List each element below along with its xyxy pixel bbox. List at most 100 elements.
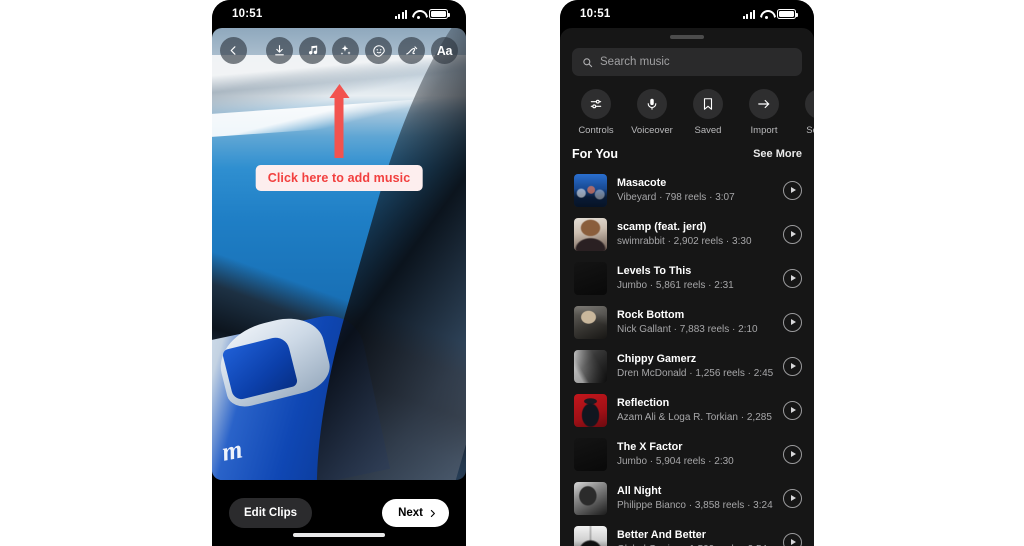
track-list: Masacote Vibeyard · 798 reels · 3:07 scamp… xyxy=(560,168,814,546)
track-meta: The X Factor Jumbo · 5,904 reels · 2:30 xyxy=(617,440,773,468)
track-row[interactable]: scamp (feat. jerd) swimrabbit · 2,902 ree… xyxy=(560,212,814,256)
effects-sparkle-icon xyxy=(340,45,351,55)
track-row[interactable]: All Night Philippe Bianco · 3,858 reels ·… xyxy=(560,476,814,520)
track-meta: Better And Better Global Genius · 1,509 r… xyxy=(617,528,773,546)
play-button[interactable] xyxy=(783,180,802,200)
album-art xyxy=(574,525,607,546)
album-art xyxy=(574,437,607,471)
wifi-icon xyxy=(412,10,424,19)
status-indicators xyxy=(742,9,798,19)
sticker-icon xyxy=(372,44,385,57)
next-button-label: Next xyxy=(398,507,423,519)
track-subtitle: Philippe Bianco · 3,858 reels · 3:24 xyxy=(617,499,773,511)
track-title: The X Factor xyxy=(617,440,683,453)
chevron-left-icon xyxy=(230,46,236,55)
play-button[interactable] xyxy=(783,356,802,376)
track-subtitle: Vibeyard · 798 reels · 3:07 xyxy=(617,191,735,203)
play-button[interactable] xyxy=(783,400,802,420)
cellular-signal-icon xyxy=(742,9,755,19)
quick-action-label: Controls xyxy=(578,125,614,136)
home-indicator xyxy=(293,533,385,537)
add-music-button[interactable] xyxy=(299,37,326,64)
quick-action-import[interactable]: Import xyxy=(736,89,792,136)
track-row[interactable]: Better And Better Global Genius · 1,509 r… xyxy=(560,520,814,546)
text-button[interactable]: Aa xyxy=(431,37,458,64)
download-icon xyxy=(275,45,284,56)
status-time: 10:51 xyxy=(580,8,611,20)
back-button[interactable] xyxy=(220,37,247,64)
track-title: Reflection xyxy=(617,396,670,409)
quick-action-controls[interactable]: Controls xyxy=(568,89,624,136)
section-title: For You xyxy=(572,147,619,161)
track-subtitle: Jumbo · 5,904 reels · 2:30 xyxy=(617,455,734,467)
phone-right-music-picker: 10:51 Search music Controls Voiceover Sa… xyxy=(560,0,814,546)
track-subtitle: Jumbo · 5,861 reels · 2:31 xyxy=(617,279,734,291)
toolbar-actions: Aa xyxy=(266,37,458,64)
quick-action-label: Saved xyxy=(694,125,722,136)
track-title: Rock Bottom xyxy=(617,308,685,321)
sticker-button[interactable] xyxy=(365,37,392,64)
search-placeholder: Search music xyxy=(600,56,670,68)
album-art xyxy=(574,481,607,515)
search-input[interactable]: Search music xyxy=(572,48,802,76)
album-art xyxy=(574,173,607,207)
download-button[interactable] xyxy=(266,37,293,64)
microphone-icon xyxy=(637,89,667,119)
track-row[interactable]: Rock Bottom Nick Gallant · 7,883 reels · … xyxy=(560,300,814,344)
quick-action-label: Sound xyxy=(806,125,814,136)
quick-action-label: Voiceover xyxy=(631,125,673,136)
sheet-grabber[interactable] xyxy=(670,35,704,39)
sliders-icon xyxy=(581,89,611,119)
status-indicators xyxy=(394,9,450,19)
track-meta: Rock Bottom Nick Gallant · 7,883 reels · … xyxy=(617,308,773,336)
next-button[interactable]: Next xyxy=(382,499,449,527)
track-row[interactable]: Chippy Gamerz Dren McDonald · 1,256 reels… xyxy=(560,344,814,388)
track-row[interactable]: Levels To This Jumbo · 5,861 reels · 2:31 xyxy=(560,256,814,300)
track-title: Levels To This xyxy=(617,264,692,277)
track-subtitle: Azam Ali & Loga R. Torkian · 2,285 reels… xyxy=(617,411,773,423)
phone-left-reel-editor: 10:51 m Aa Click here to add music Edit … xyxy=(212,0,466,546)
track-subtitle: Nick Gallant · 7,883 reels · 2:10 xyxy=(617,323,758,335)
album-art xyxy=(574,261,607,295)
arrow-right-icon xyxy=(749,89,779,119)
album-art xyxy=(574,305,607,339)
play-button[interactable] xyxy=(783,532,802,546)
editor-toolbar: Aa xyxy=(212,37,466,64)
section-header: For You See More xyxy=(560,136,814,168)
music-note-icon xyxy=(308,45,318,55)
track-meta: All Night Philippe Bianco · 3,858 reels ·… xyxy=(617,484,773,512)
music-sheet: Search music Controls Voiceover Saved Im… xyxy=(560,28,814,546)
status-bar-right: 10:51 xyxy=(560,0,814,28)
battery-icon xyxy=(429,9,450,19)
effects-button[interactable] xyxy=(332,37,359,64)
track-meta: Chippy Gamerz Dren McDonald · 1,256 reels… xyxy=(617,352,773,380)
track-title: Masacote xyxy=(617,176,667,189)
quick-action-voiceover[interactable]: Voiceover xyxy=(624,89,680,136)
track-subtitle: Dren McDonald · 1,256 reels · 2:45 xyxy=(617,367,773,379)
play-button[interactable] xyxy=(783,444,802,464)
edit-clips-button[interactable]: Edit Clips xyxy=(229,498,313,528)
track-subtitle: Global Genius · 1,509 reels · 2:54 xyxy=(617,543,773,546)
editor-bottom-bar: Edit Clips Next xyxy=(212,480,466,546)
track-meta: Masacote Vibeyard · 798 reels · 3:07 xyxy=(617,176,773,204)
see-more-button[interactable]: See More xyxy=(753,148,802,160)
quick-action-saved[interactable]: Saved xyxy=(680,89,736,136)
album-art xyxy=(574,217,607,251)
draw-button[interactable] xyxy=(398,37,425,64)
play-button[interactable] xyxy=(783,312,802,332)
play-button[interactable] xyxy=(783,224,802,244)
annotation-arrow xyxy=(334,96,344,158)
speaker-icon xyxy=(805,89,814,119)
quick-action-sound[interactable]: Sound xyxy=(792,89,814,136)
chevron-right-icon xyxy=(430,509,435,517)
play-button[interactable] xyxy=(783,488,802,508)
status-bar-left: 10:51 xyxy=(212,0,466,28)
wifi-icon xyxy=(760,10,772,19)
play-button[interactable] xyxy=(783,268,802,288)
track-row[interactable]: The X Factor Jumbo · 5,904 reels · 2:30 xyxy=(560,432,814,476)
track-row[interactable]: Masacote Vibeyard · 798 reels · 3:07 xyxy=(560,168,814,212)
track-row[interactable]: Reflection Azam Ali & Loga R. Torkian · 2… xyxy=(560,388,814,432)
track-meta: Reflection Azam Ali & Loga R. Torkian · 2… xyxy=(617,396,773,424)
album-art xyxy=(574,349,607,383)
camera-canvas[interactable]: m Aa Click here to add music xyxy=(212,28,466,480)
